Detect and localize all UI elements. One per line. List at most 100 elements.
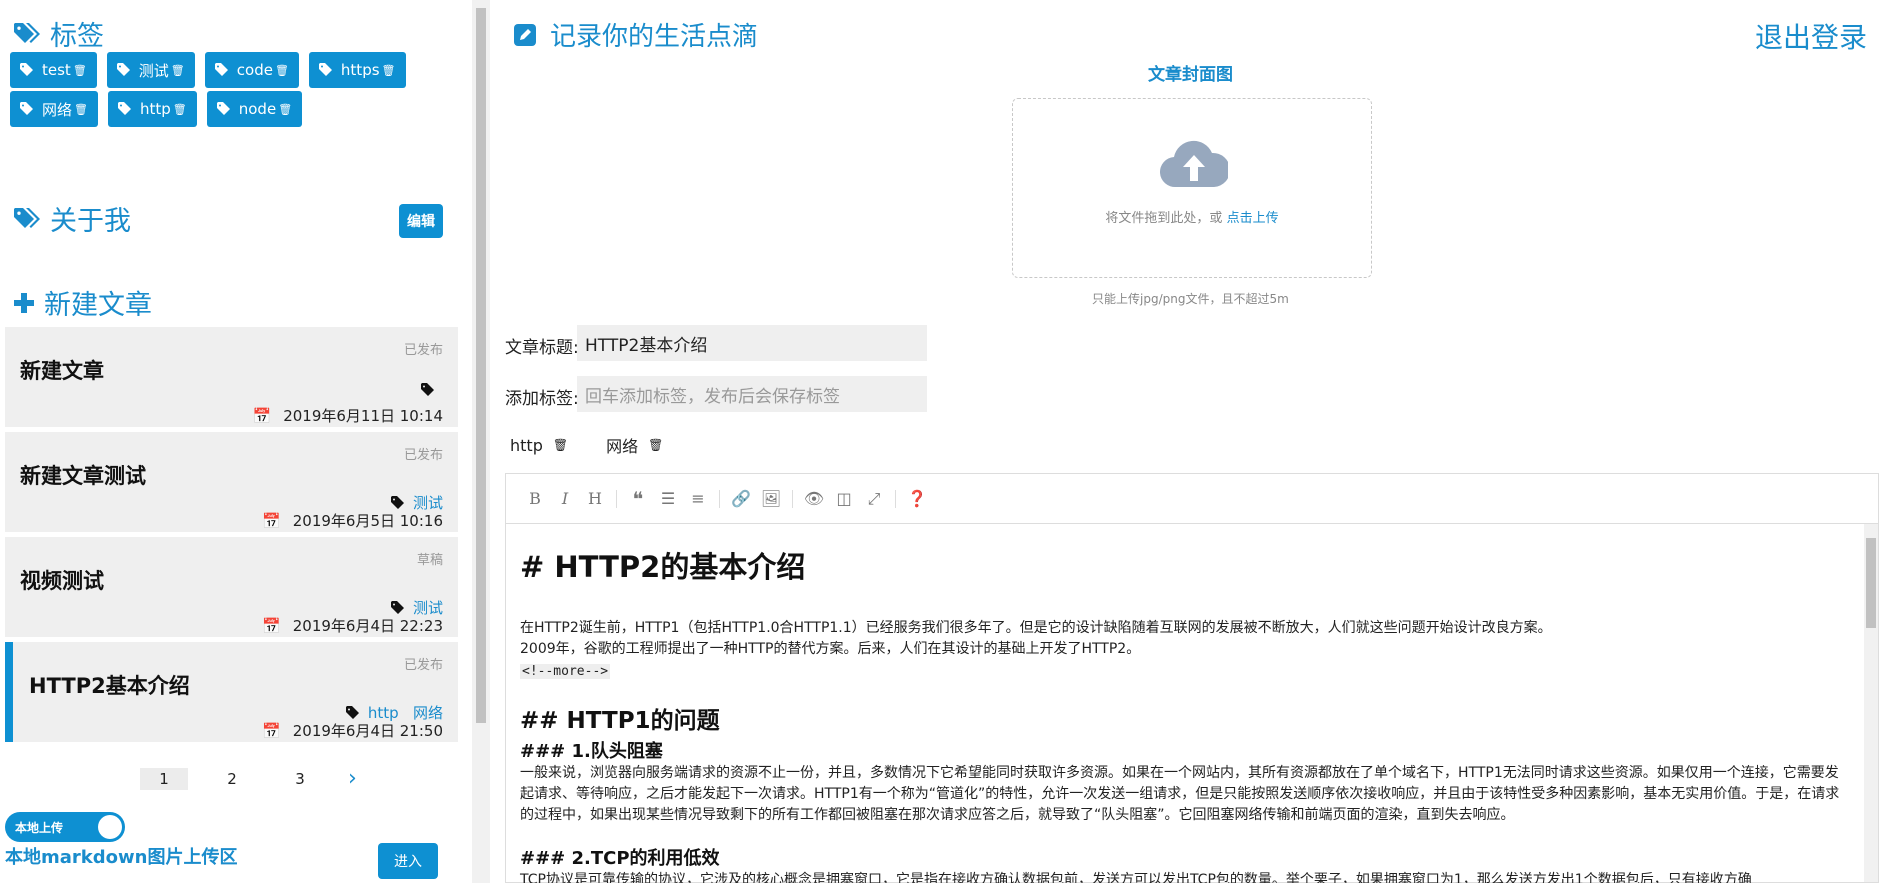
post-item[interactable]: 新建文章测试 已发布 测试 📅 2019年6月5日 10:16 <box>5 432 458 532</box>
post-title: 视频测试 <box>20 569 104 593</box>
trash-icon[interactable]: 🗑 <box>73 64 87 77</box>
editor-toolbar: B I H ❝ ☰ ≡ 🔗 🖼 👁 ◫ ⤢ ❓ <box>506 474 1878 524</box>
tag-icon <box>20 102 33 115</box>
edit-about-button[interactable]: 编辑 <box>399 204 443 238</box>
trash-icon[interactable]: 🗑 <box>553 438 568 452</box>
tag-icon <box>116 63 130 76</box>
editor-content[interactable]: # HTTP2的基本介绍 在HTTP2诞生前，HTTP1（包括HTTP1.0合H… <box>520 544 1850 883</box>
tags-icon <box>14 22 40 43</box>
trash-icon[interactable]: 🗑 <box>173 103 187 116</box>
post-date-text: 2019年6月4日 21:50 <box>292 722 443 740</box>
sidebar: 标签 test 🗑 测试 🗑 code 🗑 https 🗑 网络 🗑 http … <box>0 0 470 883</box>
post-title: 新建文章 <box>20 359 104 383</box>
italic-icon[interactable]: I <box>550 484 580 514</box>
post-status: 已发布 <box>403 343 443 358</box>
tag-chip-https[interactable]: https 🗑 <box>308 52 406 88</box>
enter-button[interactable]: 进入 <box>378 843 438 879</box>
heading-icon[interactable]: H <box>580 484 610 514</box>
tag-chip-test[interactable]: test 🗑 <box>10 52 97 88</box>
post-status: 已发布 <box>403 658 443 673</box>
tag-row-2: 网络 🗑 http 🗑 node 🗑 <box>10 91 303 127</box>
tag-row-1: test 🗑 测试 🗑 code 🗑 https 🗑 <box>10 52 406 88</box>
chosen-tag: http 🗑 <box>510 433 568 457</box>
trash-icon[interactable]: 🗑 <box>382 64 396 77</box>
tag-icon <box>318 63 332 76</box>
tag-icon <box>20 63 33 76</box>
post-item[interactable]: 视频测试 草稿 测试 📅 2019年6月4日 22:23 <box>5 537 458 637</box>
new-post-button[interactable]: 新建文章 <box>14 283 152 322</box>
post-item-active[interactable]: HTTP2基本介绍 已发布 http 网络 📅 2019年6月4日 21:50 <box>5 642 458 742</box>
calendar-icon: 📅 <box>262 616 281 635</box>
trash-icon[interactable]: 🗑 <box>74 103 88 116</box>
md-paragraph: 一般来说，浏览器向服务端请求的资源不止一份，并且，多数情况下它希望能同时获取许多… <box>520 765 1840 823</box>
tag-chip-test-cn[interactable]: 测试 🗑 <box>106 52 195 88</box>
image-icon[interactable]: 🖼 <box>756 484 786 514</box>
chosen-tag-label: 网络 <box>606 437 639 456</box>
tag-chip-http[interactable]: http 🗑 <box>107 91 197 127</box>
dropzone-instruction: 将文件拖到此处，或 <box>1105 211 1223 226</box>
ordered-list-icon[interactable]: ≡ <box>683 484 713 514</box>
post-date: 📅 2019年6月11日 10:14 <box>253 405 444 426</box>
trash-icon[interactable]: 🗑 <box>275 64 289 77</box>
scrollbar-thumb[interactable] <box>476 8 486 723</box>
calendar-icon: 📅 <box>262 511 281 530</box>
md-more-marker: <!--more--> <box>520 664 611 679</box>
quote-icon[interactable]: ❝ <box>623 484 653 514</box>
trash-icon[interactable]: 🗑 <box>278 103 292 116</box>
tags-input[interactable]: 回车添加标签，发布后会保存标签 <box>577 376 927 412</box>
cover-dropzone[interactable]: 将文件拖到此处，或 点击上传 <box>1012 98 1372 278</box>
post-date: 📅 2019年6月4日 21:50 <box>262 720 443 741</box>
toolbar-divider <box>792 489 793 508</box>
post-item[interactable]: 新建文章 已发布 📅 2019年6月11日 10:14 <box>5 327 458 427</box>
tag-chip-label: http <box>139 100 171 118</box>
calendar-icon: 📅 <box>262 721 281 740</box>
md-heading-3: ### 2.TCP的利用低效 <box>520 848 720 869</box>
tag-icon <box>216 102 230 115</box>
title-input[interactable]: HTTP2基本介绍 <box>577 325 927 361</box>
side-by-side-icon[interactable]: ◫ <box>829 484 859 514</box>
sidebar-scrollbar[interactable] <box>472 0 490 883</box>
editor-scrollbar[interactable] <box>1864 524 1878 882</box>
page-button[interactable]: 2 <box>208 768 256 790</box>
local-upload-toggle[interactable]: 本地上传 <box>5 812 125 842</box>
trash-icon[interactable]: 🗑 <box>171 64 185 77</box>
tags-icon <box>14 207 40 228</box>
post-date-text: 2019年6月4日 22:23 <box>292 617 443 635</box>
tag-chip-node[interactable]: node 🗑 <box>206 91 303 127</box>
tag-chip-label: test <box>42 61 71 79</box>
post-title: HTTP2基本介绍 <box>29 674 190 698</box>
md-heading-1: # HTTP2的基本介绍 <box>520 550 806 584</box>
md-paragraph: TCP协议是可靠传输的协议，它涉及的核心概念是拥塞窗口，它是指在接收方确认数据包… <box>520 872 1752 883</box>
upload-area-label: 本地markdown图片上传区 <box>5 847 238 868</box>
tag-chip-label: node <box>238 100 277 118</box>
post-status: 草稿 <box>416 553 443 568</box>
click-upload-link[interactable]: 点击上传 <box>1227 211 1279 226</box>
tag-chip-network[interactable]: 网络 🗑 <box>10 91 98 127</box>
toolbar-divider <box>895 489 896 508</box>
page-title: 记录你的生活点滴 <box>514 16 758 53</box>
fullscreen-icon[interactable]: ⤢ <box>859 484 889 514</box>
help-icon[interactable]: ❓ <box>902 484 932 514</box>
scrollbar-thumb[interactable] <box>1866 538 1876 628</box>
tag-chip-label: 网络 <box>42 100 73 119</box>
preview-icon[interactable]: 👁 <box>799 484 829 514</box>
markdown-editor[interactable]: B I H ❝ ☰ ≡ 🔗 🖼 👁 ◫ ⤢ ❓ # HTTP2的基本介绍 在HT… <box>505 473 1879 883</box>
md-paragraph: 在HTTP2诞生前，HTTP1（包括HTTP1.0合HTTP1.1）已经服务我们… <box>520 620 1552 636</box>
new-post-title-text: 新建文章 <box>44 290 152 321</box>
chevron-right-icon[interactable]: › <box>348 766 357 791</box>
bold-icon[interactable]: B <box>520 484 550 514</box>
tags-label: 添加标签: <box>505 389 579 409</box>
post-status: 已发布 <box>403 448 443 463</box>
logout-link[interactable]: 退出登录 <box>1755 16 1867 56</box>
title-label: 文章标题: <box>505 338 579 358</box>
chosen-tags: http 🗑 网络 🗑 <box>510 433 663 457</box>
edit-icon <box>514 23 536 46</box>
tag-chip-code[interactable]: code 🗑 <box>204 52 299 88</box>
unordered-list-icon[interactable]: ☰ <box>653 484 683 514</box>
page-button[interactable]: 3 <box>276 768 324 790</box>
trash-icon[interactable]: 🗑 <box>648 438 663 452</box>
plus-icon <box>14 292 34 313</box>
cover-label: 文章封面图 <box>1148 65 1233 85</box>
page-button[interactable]: 1 <box>140 767 188 790</box>
link-icon[interactable]: 🔗 <box>726 484 756 514</box>
